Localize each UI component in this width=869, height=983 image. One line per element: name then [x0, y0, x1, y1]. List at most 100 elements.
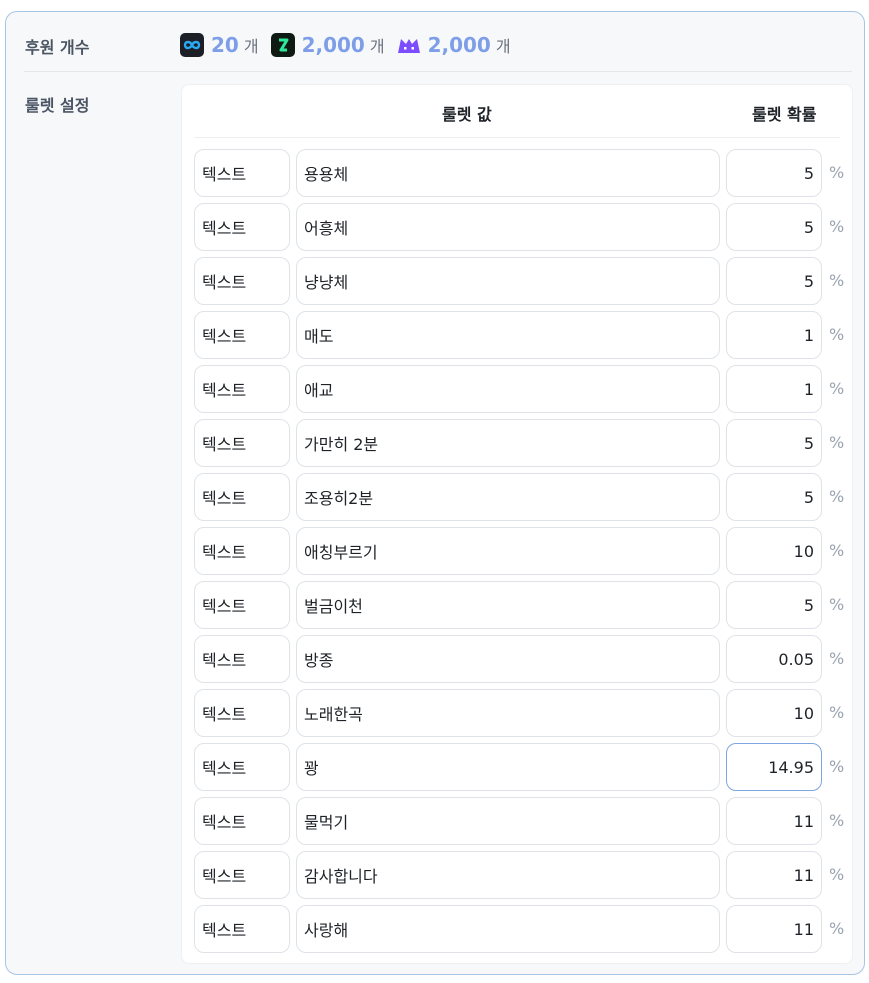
roulette-probability-input[interactable]: 5 — [726, 419, 822, 467]
roulette-probability-input[interactable]: 1 — [726, 311, 822, 359]
roulette-row: 텍스트 꽝 14.95% — [194, 743, 854, 791]
roulette-type-label: 텍스트 — [202, 381, 247, 400]
roulette-value-input[interactable]: 사랑해 — [296, 905, 720, 953]
roulette-type-label: 텍스트 — [202, 327, 247, 346]
roulette-type-label: 텍스트 — [202, 597, 247, 616]
roulette-value-text: 애칭부르기 — [304, 543, 378, 562]
roulette-probability-input[interactable]: 10 — [726, 689, 822, 737]
roulette-value-text: 방종 — [304, 651, 334, 670]
percent-unit: % — [829, 433, 845, 452]
roulette-type-label: 텍스트 — [202, 435, 247, 454]
section-divider — [24, 71, 852, 72]
roulette-value-text: 꽝 — [304, 759, 319, 778]
donation-unit-cat: 개 — [495, 37, 511, 56]
roulette-type-select[interactable]: 텍스트 — [194, 635, 290, 683]
roulette-probability-input[interactable]: 5 — [726, 581, 822, 629]
roulette-type-select[interactable]: 텍스트 — [194, 419, 290, 467]
roulette-row: 텍스트 사랑해 11% — [194, 905, 854, 953]
roulette-row: 텍스트 냥냥체 5% — [194, 257, 854, 305]
roulette-value-text: 물먹기 — [304, 813, 349, 832]
percent-unit: % — [829, 487, 845, 506]
roulette-probability-input[interactable]: 11 — [726, 905, 822, 953]
percent-unit: % — [829, 217, 845, 236]
roulette-type-label: 텍스트 — [202, 543, 247, 562]
percent-unit: % — [829, 325, 845, 344]
roulette-type-select[interactable]: 텍스트 — [194, 743, 290, 791]
roulette-probability-input[interactable]: 0.05 — [726, 635, 822, 683]
roulette-type-select[interactable]: 텍스트 — [194, 257, 290, 305]
roulette-probability-input[interactable]: 10 — [726, 527, 822, 575]
roulette-value-input[interactable]: 가만히 2분 — [296, 419, 720, 467]
roulette-type-select[interactable]: 텍스트 — [194, 203, 290, 251]
roulette-value-input[interactable]: 매도 — [296, 311, 720, 359]
roulette-type-label: 텍스트 — [202, 165, 247, 184]
roulette-value-input[interactable]: 냥냥체 — [296, 257, 720, 305]
roulette-row: 텍스트 매도 1% — [194, 311, 854, 359]
roulette-probability-text: 11 — [793, 811, 814, 831]
roulette-table-header: 룰렛 값 룰렛 확률 — [194, 85, 840, 138]
roulette-value-input[interactable]: 꽝 — [296, 743, 720, 791]
roulette-value-input[interactable]: 어흥체 — [296, 203, 720, 251]
roulette-probability-text: 5 — [803, 487, 814, 507]
percent-unit: % — [829, 811, 845, 830]
roulette-probability-text: 5 — [803, 217, 814, 237]
donation-unit-z: 개 — [369, 37, 385, 56]
roulette-value-text: 어흥체 — [304, 219, 349, 238]
donation-count-row: 후원 개수 20 개 2,000 개 2,000 개 — [6, 12, 864, 71]
roulette-type-select[interactable]: 텍스트 — [194, 905, 290, 953]
roulette-table: 룰렛 값 룰렛 확률 텍스트 용용체 5% 텍스트 어흥체 5% 텍스트 냥냥체 5% 텍스트 매도… — [181, 84, 853, 964]
roulette-type-select[interactable]: 텍스트 — [194, 797, 290, 845]
roulette-row: 텍스트 가만히 2분 5% — [194, 419, 854, 467]
donation-item-z: 2,000 개 — [270, 33, 385, 57]
roulette-value-text: 감사합니다 — [304, 867, 378, 886]
roulette-value-input[interactable]: 노래한곡 — [296, 689, 720, 737]
roulette-type-select[interactable]: 텍스트 — [194, 527, 290, 575]
roulette-type-select[interactable]: 텍스트 — [194, 581, 290, 629]
percent-unit: % — [829, 865, 845, 884]
roulette-probability-input[interactable]: 1 — [726, 365, 822, 413]
roulette-value-text: 사랑해 — [304, 921, 349, 940]
roulette-value-input[interactable]: 물먹기 — [296, 797, 720, 845]
roulette-probability-input[interactable]: 11 — [726, 797, 822, 845]
roulette-value-input[interactable]: 방종 — [296, 635, 720, 683]
roulette-probability-input[interactable]: 5 — [726, 203, 822, 251]
percent-unit: % — [829, 541, 845, 560]
roulette-value-text: 애교 — [304, 381, 334, 400]
roulette-value-text: 노래한곡 — [304, 705, 363, 724]
infinity-icon — [180, 33, 204, 57]
roulette-value-text: 매도 — [304, 327, 334, 346]
roulette-row: 텍스트 물먹기 11% — [194, 797, 854, 845]
roulette-probability-input[interactable]: 5 — [726, 257, 822, 305]
roulette-probability-text: 1 — [803, 379, 814, 399]
roulette-type-select[interactable]: 텍스트 — [194, 473, 290, 521]
donation-items: 20 개 2,000 개 2,000 개 — [180, 32, 523, 58]
donation-item-cat: 2,000 개 — [397, 33, 511, 57]
roulette-value-input[interactable]: 애교 — [296, 365, 720, 413]
roulette-rows: 텍스트 용용체 5% 텍스트 어흥체 5% 텍스트 냥냥체 5% 텍스트 매도 1% 텍스트 애교 1% 텍스… — [194, 149, 854, 959]
roulette-value-text: 용용체 — [304, 165, 349, 184]
roulette-value-input[interactable]: 애칭부르기 — [296, 527, 720, 575]
roulette-type-select[interactable]: 텍스트 — [194, 311, 290, 359]
roulette-probability-text: 5 — [803, 595, 814, 615]
roulette-value-input[interactable]: 감사합니다 — [296, 851, 720, 899]
roulette-row: 텍스트 어흥체 5% — [194, 203, 854, 251]
roulette-row: 텍스트 노래한곡 10% — [194, 689, 854, 737]
roulette-value-text: 조용히2분 — [304, 489, 374, 508]
roulette-probability-input[interactable]: 14.95 — [726, 743, 822, 791]
roulette-value-input[interactable]: 조용히2분 — [296, 473, 720, 521]
roulette-type-select[interactable]: 텍스트 — [194, 851, 290, 899]
roulette-value-input[interactable]: 용용체 — [296, 149, 720, 197]
roulette-probability-input[interactable]: 5 — [726, 149, 822, 197]
roulette-value-input[interactable]: 벌금이천 — [296, 581, 720, 629]
roulette-probability-input[interactable]: 11 — [726, 851, 822, 899]
roulette-type-select[interactable]: 텍스트 — [194, 149, 290, 197]
percent-unit: % — [829, 271, 845, 290]
roulette-probability-text: 5 — [803, 271, 814, 291]
roulette-type-label: 텍스트 — [202, 219, 247, 238]
roulette-probability-input[interactable]: 5 — [726, 473, 822, 521]
roulette-type-label: 텍스트 — [202, 651, 247, 670]
donation-item-infinity: 20 개 — [180, 33, 259, 57]
roulette-row: 텍스트 방종 0.05% — [194, 635, 854, 683]
roulette-type-select[interactable]: 텍스트 — [194, 689, 290, 737]
roulette-type-select[interactable]: 텍스트 — [194, 365, 290, 413]
